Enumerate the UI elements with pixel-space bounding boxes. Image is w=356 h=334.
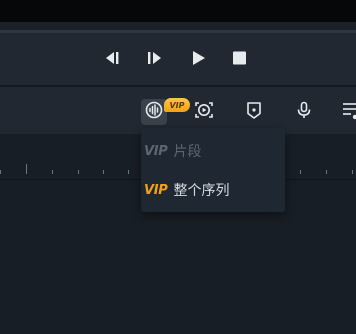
more-list-button[interactable] bbox=[339, 99, 356, 125]
video-target-button[interactable] bbox=[191, 99, 217, 125]
ruler-tick bbox=[352, 170, 353, 174]
menu-item-label: 片段 bbox=[173, 144, 202, 160]
play-icon[interactable] bbox=[190, 50, 208, 66]
vip-label: VIP bbox=[144, 143, 168, 159]
player-top-border bbox=[0, 30, 356, 33]
ruler-tick bbox=[326, 170, 327, 174]
next-frame-icon[interactable] bbox=[146, 50, 164, 66]
ruler-tick bbox=[0, 170, 1, 174]
top-separator bbox=[0, 22, 356, 26]
stop-icon[interactable] bbox=[231, 50, 249, 66]
bookmark-shield-icon bbox=[244, 100, 264, 124]
menu-item-whole-sequence[interactable]: VIP 整个序列 bbox=[141, 172, 285, 208]
audio-to-text-icon bbox=[144, 100, 164, 124]
ruler-tick bbox=[78, 170, 79, 174]
ruler-tick bbox=[300, 170, 301, 174]
ruler-tick bbox=[128, 170, 129, 174]
more-list-icon bbox=[339, 100, 356, 124]
ruler-tick bbox=[52, 170, 53, 174]
ruler-tick bbox=[103, 170, 104, 174]
video-target-icon bbox=[194, 100, 214, 124]
audio-to-text-dropdown: VIP 片段 VIP 整个序列 bbox=[141, 128, 285, 212]
microphone-button[interactable] bbox=[291, 99, 317, 125]
top-black-area bbox=[0, 0, 356, 22]
bookmark-shield-button[interactable] bbox=[241, 99, 267, 125]
player-controls-bar bbox=[0, 30, 356, 85]
prev-frame-icon[interactable] bbox=[103, 50, 121, 66]
menu-item-clip[interactable]: VIP 片段 bbox=[141, 133, 285, 169]
menu-item-label: 整个序列 bbox=[173, 183, 230, 199]
microphone-icon bbox=[294, 100, 314, 124]
ruler-tick bbox=[26, 164, 27, 174]
vip-label: VIP bbox=[144, 182, 168, 198]
vip-badge: VIP bbox=[164, 98, 190, 112]
